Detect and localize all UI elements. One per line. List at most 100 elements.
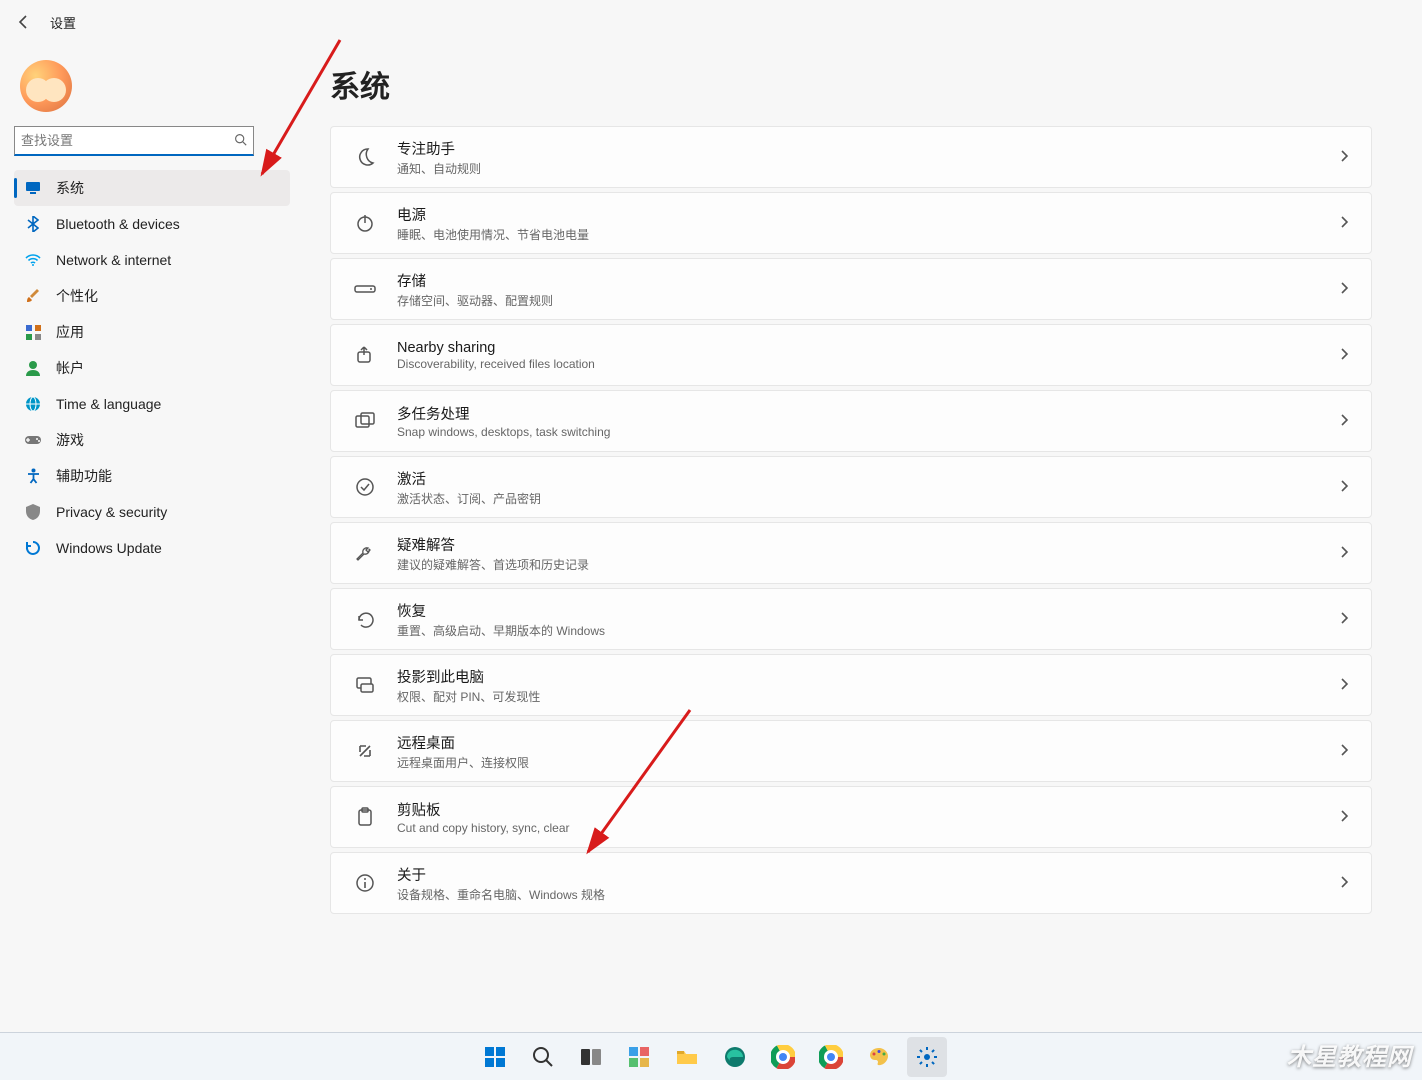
- sidebar-item-label: Network & internet: [56, 252, 171, 268]
- sidebar-item-label: 帐户: [56, 358, 84, 378]
- sidebar-item-5[interactable]: 帐户: [14, 350, 290, 386]
- sidebar-item-label: Bluetooth & devices: [56, 216, 180, 232]
- settings-card-10[interactable]: 剪贴板Cut and copy history, sync, clear: [330, 786, 1372, 848]
- project-icon: [347, 667, 383, 703]
- taskbar-chrome-2[interactable]: [811, 1037, 851, 1077]
- settings-card-list: 专注助手通知、自动规则电源睡眠、电池使用情况、节省电池电量存储存储空间、驱动器、…: [330, 126, 1372, 914]
- info-icon: [347, 865, 383, 901]
- taskbar-taskview[interactable]: [571, 1037, 611, 1077]
- main-panel: 系统 专注助手通知、自动规则电源睡眠、电池使用情况、节省电池电量存储存储空间、驱…: [290, 44, 1422, 1032]
- watermark: 木星教程网: [1287, 1037, 1412, 1072]
- chevron-right-icon: [1339, 611, 1349, 628]
- settings-card-2[interactable]: 存储存储空间、驱动器、配置规则: [330, 258, 1372, 320]
- gamepad-icon: [24, 431, 42, 449]
- settings-card-0[interactable]: 专注助手通知、自动规则: [330, 126, 1372, 188]
- taskbar: [0, 1032, 1422, 1080]
- card-subtitle: 激活状态、订阅、产品密钥: [397, 490, 1339, 507]
- accessibility-icon: [24, 467, 42, 485]
- taskbar-chrome[interactable]: [763, 1037, 803, 1077]
- card-title: 剪贴板: [397, 799, 1339, 820]
- wifi-icon: [24, 251, 42, 269]
- sidebar-item-9[interactable]: Privacy & security: [14, 494, 290, 530]
- apps-icon: [24, 323, 42, 341]
- taskbar-explorer[interactable]: [667, 1037, 707, 1077]
- chevron-right-icon: [1339, 347, 1349, 364]
- card-subtitle: 重置、高级启动、早期版本的 Windows: [397, 622, 1339, 639]
- card-subtitle: Cut and copy history, sync, clear: [397, 821, 1339, 835]
- multitask-icon: [347, 403, 383, 439]
- bluetooth-icon: [24, 215, 42, 233]
- page-title: 系统: [330, 62, 1372, 106]
- taskbar-paint[interactable]: [859, 1037, 899, 1077]
- power-icon: [347, 205, 383, 241]
- card-title: Nearby sharing: [397, 340, 1339, 356]
- settings-card-9[interactable]: 远程桌面远程桌面用户、连接权限: [330, 720, 1372, 782]
- chevron-right-icon: [1339, 677, 1349, 694]
- search-box[interactable]: [14, 126, 254, 156]
- back-button[interactable]: [14, 12, 34, 32]
- sidebar-item-4[interactable]: 应用: [14, 314, 290, 350]
- taskbar-start[interactable]: [475, 1037, 515, 1077]
- taskbar-search[interactable]: [523, 1037, 563, 1077]
- sidebar-item-7[interactable]: 游戏: [14, 422, 290, 458]
- sidebar-item-label: Privacy & security: [56, 504, 167, 520]
- card-subtitle: 远程桌面用户、连接权限: [397, 754, 1339, 771]
- chevron-right-icon: [1339, 215, 1349, 232]
- card-title: 疑难解答: [397, 534, 1339, 555]
- settings-card-3[interactable]: Nearby sharingDiscoverability, received …: [330, 324, 1372, 386]
- update-icon: [24, 539, 42, 557]
- taskbar-edge[interactable]: [715, 1037, 755, 1077]
- avatar[interactable]: [20, 60, 72, 112]
- settings-card-6[interactable]: 疑难解答建议的疑难解答、首选项和历史记录: [330, 522, 1372, 584]
- sidebar-item-label: Windows Update: [56, 540, 162, 556]
- settings-card-11[interactable]: 关于设备规格、重命名电脑、Windows 规格: [330, 852, 1372, 914]
- card-title: 存储: [397, 270, 1339, 291]
- chevron-right-icon: [1339, 281, 1349, 298]
- moon-icon: [347, 139, 383, 175]
- chevron-right-icon: [1339, 149, 1349, 166]
- sidebar: 系统 Bluetooth & devices Network & internet 个…: [0, 44, 290, 1032]
- display-icon: [24, 179, 42, 197]
- taskbar-widgets[interactable]: [619, 1037, 659, 1077]
- sidebar-item-6[interactable]: Time & language: [14, 386, 290, 422]
- search-icon: [234, 133, 247, 149]
- card-title: 关于: [397, 864, 1339, 885]
- sidebar-item-label: 应用: [56, 322, 84, 342]
- card-subtitle: 通知、自动规则: [397, 160, 1339, 177]
- sidebar-item-label: Time & language: [56, 396, 161, 412]
- settings-card-5[interactable]: 激活激活状态、订阅、产品密钥: [330, 456, 1372, 518]
- card-subtitle: Discoverability, received files location: [397, 357, 1339, 371]
- back-arrow-icon: [16, 14, 32, 30]
- sidebar-item-8[interactable]: 辅助功能: [14, 458, 290, 494]
- person-icon: [24, 359, 42, 377]
- chevron-right-icon: [1339, 479, 1349, 496]
- search-input[interactable]: [21, 133, 234, 148]
- card-title: 投影到此电脑: [397, 666, 1339, 687]
- sidebar-item-2[interactable]: Network & internet: [14, 242, 290, 278]
- sidebar-item-3[interactable]: 个性化: [14, 278, 290, 314]
- card-subtitle: 睡眠、电池使用情况、节省电池电量: [397, 226, 1339, 243]
- sidebar-item-0[interactable]: 系统: [14, 170, 290, 206]
- card-subtitle: 存储空间、驱动器、配置规则: [397, 292, 1339, 309]
- settings-card-8[interactable]: 投影到此电脑权限、配对 PIN、可发现性: [330, 654, 1372, 716]
- brush-icon: [24, 287, 42, 305]
- chevron-right-icon: [1339, 545, 1349, 562]
- sidebar-item-label: 辅助功能: [56, 466, 112, 486]
- sidebar-item-1[interactable]: Bluetooth & devices: [14, 206, 290, 242]
- settings-card-7[interactable]: 恢复重置、高级启动、早期版本的 Windows: [330, 588, 1372, 650]
- sidebar-item-10[interactable]: Windows Update: [14, 530, 290, 566]
- settings-card-4[interactable]: 多任务处理Snap windows, desktops, task switch…: [330, 390, 1372, 452]
- sidebar-item-label: 游戏: [56, 430, 84, 450]
- shield-icon: [24, 503, 42, 521]
- card-title: 专注助手: [397, 138, 1339, 159]
- settings-card-1[interactable]: 电源睡眠、电池使用情况、节省电池电量: [330, 192, 1372, 254]
- taskbar-settings[interactable]: [907, 1037, 947, 1077]
- recovery-icon: [347, 601, 383, 637]
- chevron-right-icon: [1339, 413, 1349, 430]
- nav-list: 系统 Bluetooth & devices Network & internet 个…: [14, 170, 290, 566]
- chevron-right-icon: [1339, 743, 1349, 760]
- clipboard-icon: [347, 799, 383, 835]
- share-icon: [347, 337, 383, 373]
- wrench-icon: [347, 535, 383, 571]
- card-subtitle: 设备规格、重命名电脑、Windows 规格: [397, 886, 1339, 903]
